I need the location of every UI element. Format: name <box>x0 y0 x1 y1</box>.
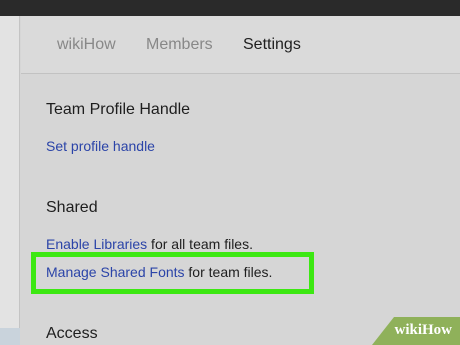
libraries-line: Enable Libraries for all team files. <box>46 236 253 252</box>
libraries-description: for all team files. <box>147 236 253 252</box>
enable-libraries-link[interactable]: Enable Libraries <box>46 236 147 252</box>
profile-handle-line: Set profile handle <box>46 138 155 154</box>
set-profile-handle-link[interactable]: Set profile handle <box>46 138 155 154</box>
watermark-prefix: wiki <box>394 322 422 338</box>
shared-fonts-description: for team files. <box>184 264 273 280</box>
sidebar <box>0 16 20 345</box>
wikihow-watermark-text: wikiHow <box>394 322 452 339</box>
tab-members[interactable]: Members <box>146 36 213 54</box>
sidebar-bottom-strip <box>0 328 20 345</box>
tab-settings[interactable]: Settings <box>243 36 301 54</box>
watermark-suffix: How <box>422 322 452 338</box>
shared-heading: Shared <box>46 199 98 216</box>
team-profile-handle-heading: Team Profile Handle <box>46 101 191 118</box>
top-bar <box>0 0 460 16</box>
manage-shared-fonts-link[interactable]: Manage Shared Fonts <box>46 264 185 280</box>
tab-wikihow[interactable]: wikiHow <box>57 36 116 54</box>
settings-tab-bar: wikiHow Members Settings <box>21 16 460 74</box>
shared-fonts-line: Manage Shared Fonts for team files. <box>46 264 272 280</box>
access-heading: Access <box>46 325 98 342</box>
